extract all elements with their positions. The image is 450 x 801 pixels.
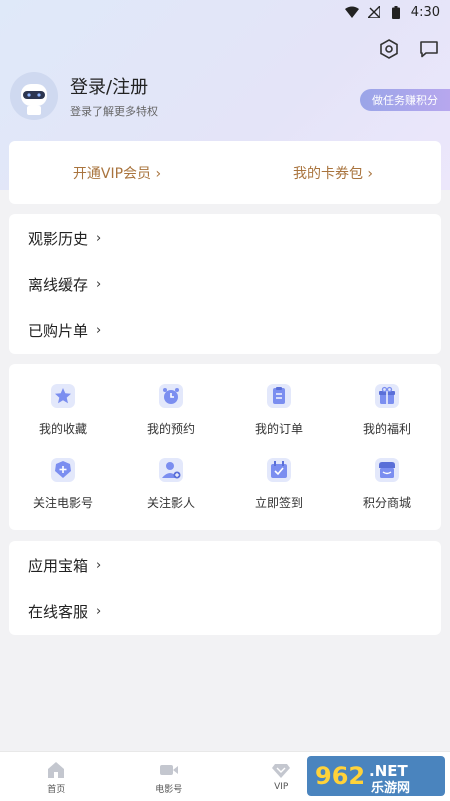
svg-text:962: 962 bbox=[315, 762, 365, 790]
list-item-label: 应用宝箱 bbox=[28, 556, 89, 575]
store-icon bbox=[373, 456, 401, 484]
history-list-card: 观影历史 › 离线缓存 › 已购片单 › bbox=[9, 214, 441, 354]
grid-item-orders[interactable]: 我的订单 bbox=[225, 382, 333, 456]
list-item-watch-history[interactable]: 观影历史 › bbox=[9, 215, 441, 261]
home-icon bbox=[48, 762, 65, 778]
grid-item-check-in[interactable]: 立即签到 bbox=[225, 456, 333, 530]
add-badge-icon bbox=[49, 456, 77, 484]
diamond-icon bbox=[272, 764, 291, 778]
message-icon[interactable] bbox=[418, 38, 440, 60]
watermark-logo: 962 .NET 乐游网 bbox=[307, 754, 445, 798]
chevron-right-icon: › bbox=[96, 230, 102, 246]
chevron-right-icon: › bbox=[96, 276, 102, 292]
grid-item-label: 关注影人 bbox=[146, 496, 195, 510]
grid-item-label: 我的收藏 bbox=[38, 422, 87, 436]
nav-label: 首页 bbox=[47, 785, 66, 795]
nav-channel[interactable]: 电影号 bbox=[113, 752, 226, 801]
clock-icon bbox=[157, 382, 185, 410]
grid-item-label: 我的预约 bbox=[146, 422, 195, 436]
no-signal-icon bbox=[367, 5, 381, 19]
status-time: 4:30 bbox=[410, 4, 440, 20]
battery-icon bbox=[389, 5, 403, 19]
list-item-label: 离线缓存 bbox=[28, 275, 89, 294]
grid-item-label: 我的福利 bbox=[362, 422, 411, 436]
grid-item-favorites[interactable]: 我的收藏 bbox=[9, 382, 117, 456]
grid-item-reservations[interactable]: 我的预约 bbox=[117, 382, 225, 456]
login-subtitle: 登录了解更多特权 bbox=[70, 105, 158, 118]
profile-section[interactable]: 登录/注册 登录了解更多特权 bbox=[10, 72, 158, 120]
login-register-title[interactable]: 登录/注册 bbox=[70, 73, 158, 99]
grid-item-label: 积分商城 bbox=[362, 496, 411, 510]
wifi-icon bbox=[344, 5, 359, 19]
nav-label: VIP bbox=[274, 782, 289, 792]
star-icon bbox=[49, 382, 77, 410]
grid-item-label: 关注电影号 bbox=[32, 496, 93, 510]
gift-icon bbox=[373, 382, 401, 410]
nav-label: 电影号 bbox=[155, 785, 183, 795]
calendar-check-icon bbox=[265, 456, 293, 484]
grid-item-label: 我的订单 bbox=[254, 422, 303, 436]
list-item-purchased[interactable]: 已购片单 › bbox=[9, 307, 441, 353]
status-bar: 4:30 bbox=[0, 0, 450, 24]
open-vip-link[interactable]: 开通VIP会员 › bbox=[9, 163, 225, 183]
coupon-wallet-link[interactable]: 我的卡券包 › bbox=[225, 163, 441, 183]
svg-text:.NET: .NET bbox=[369, 762, 408, 780]
list-item-app-box[interactable]: 应用宝箱 › bbox=[9, 542, 441, 588]
nav-home[interactable]: 首页 bbox=[0, 752, 113, 801]
earn-points-badge[interactable]: 做任务赚积分 bbox=[360, 89, 450, 111]
grid-item-follow-channel[interactable]: 关注电影号 bbox=[9, 456, 117, 530]
header-actions bbox=[378, 38, 440, 60]
add-person-icon bbox=[157, 456, 185, 484]
list-item-offline-cache[interactable]: 离线缓存 › bbox=[9, 261, 441, 307]
list-item-label: 观影历史 bbox=[28, 229, 89, 248]
clipboard-icon bbox=[265, 382, 293, 410]
grid-item-follow-people[interactable]: 关注影人 bbox=[117, 456, 225, 530]
chevron-right-icon: › bbox=[96, 557, 102, 573]
tools-list-card: 应用宝箱 › 在线客服 › bbox=[9, 541, 441, 635]
list-item-label: 在线客服 bbox=[28, 602, 89, 621]
grid-item-benefits[interactable]: 我的福利 bbox=[333, 382, 441, 456]
settings-icon[interactable] bbox=[378, 38, 400, 60]
svg-text:乐游网: 乐游网 bbox=[371, 780, 410, 796]
list-item-customer-service[interactable]: 在线客服 › bbox=[9, 588, 441, 634]
vip-card: 开通VIP会员 › 我的卡券包 › bbox=[9, 141, 441, 204]
grid-item-points-mall[interactable]: 积分商城 bbox=[333, 456, 441, 530]
chevron-right-icon: › bbox=[96, 322, 102, 338]
robot-avatar-icon[interactable] bbox=[10, 72, 58, 120]
video-icon bbox=[159, 765, 178, 775]
list-item-label: 已购片单 bbox=[28, 321, 89, 340]
grid-item-label: 立即签到 bbox=[254, 496, 303, 510]
feature-grid-card: 我的收藏 我的预约 我的订单 我的福利 关注电影号 关注影人 立即签到 积分商城 bbox=[9, 364, 441, 530]
chevron-right-icon: › bbox=[96, 603, 102, 619]
